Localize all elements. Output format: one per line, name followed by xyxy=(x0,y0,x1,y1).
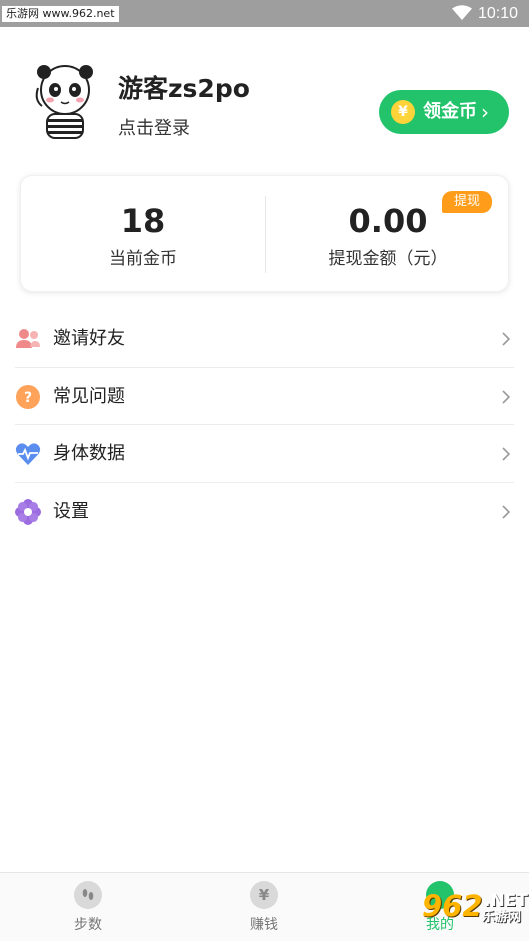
menu-item-settings[interactable]: 设置 xyxy=(0,483,529,541)
menu-item-body-data[interactable]: 身体数据 xyxy=(0,425,529,483)
panda-avatar-icon[interactable] xyxy=(30,60,100,140)
nav-tab-label: 赚钱 xyxy=(250,917,278,933)
settings-menu: 邀请好友 ? 常见问题 身体数据 设置 xyxy=(0,310,529,540)
coins-value: 18 xyxy=(120,202,166,240)
menu-item-label: 身体数据 xyxy=(53,443,125,464)
watermark-label: 乐游网 www.962.net xyxy=(2,6,119,22)
chevron-right-icon xyxy=(502,447,511,461)
faq-icon: ? xyxy=(16,384,40,409)
menu-item-invite-friends[interactable]: 邀请好友 xyxy=(0,310,529,368)
claim-coins-label: 领金币 xyxy=(423,101,477,122)
watermark-domain: .NET xyxy=(484,891,528,911)
footsteps-icon xyxy=(74,881,102,909)
menu-item-label: 设置 xyxy=(53,500,89,522)
withdraw-badge[interactable]: 提现 xyxy=(442,191,492,213)
stats-card: 18 当前金币 0.00 提现金额（元） 提现 xyxy=(20,175,509,292)
watermark-number: 962 xyxy=(422,889,483,923)
yen-coin-icon: ¥ xyxy=(391,100,415,124)
heart-pulse-icon xyxy=(15,443,41,465)
nav-tab-earn[interactable]: ¥ 赚钱 xyxy=(176,873,352,941)
nav-tab-label: 步数 xyxy=(74,917,102,933)
menu-item-faq[interactable]: ? 常见问题 xyxy=(0,368,529,425)
withdraw-amount-label: 提现金额（元） xyxy=(328,249,448,269)
menu-item-label: 常见问题 xyxy=(53,385,125,407)
menu-item-label: 邀请好友 xyxy=(53,328,125,349)
status-time: 10:10 xyxy=(478,5,519,22)
invite-friends-icon xyxy=(16,329,40,348)
chevron-right-icon xyxy=(502,504,511,519)
chevron-right-icon xyxy=(502,389,511,404)
chevron-right-icon xyxy=(502,332,511,346)
settings-flower-icon xyxy=(15,498,41,525)
nav-tab-steps[interactable]: 步数 xyxy=(0,873,176,941)
claim-coins-button[interactable]: ¥ 领金币 › xyxy=(379,90,509,134)
yen-icon: ¥ xyxy=(250,881,278,909)
wifi-icon xyxy=(452,5,472,20)
login-link[interactable]: 点击登录 xyxy=(118,117,190,141)
username: 游客zs2po xyxy=(118,74,250,103)
watermark-logo: 962 .NET 乐游网 xyxy=(422,889,528,930)
watermark-site-name: 乐游网 xyxy=(482,910,522,925)
coins-label: 当前金币 xyxy=(109,249,177,269)
chevron-right-icon: › xyxy=(481,100,489,124)
svg-text:?: ? xyxy=(24,390,32,406)
status-bar: 乐游网 www.962.net 10:10 xyxy=(0,0,529,27)
